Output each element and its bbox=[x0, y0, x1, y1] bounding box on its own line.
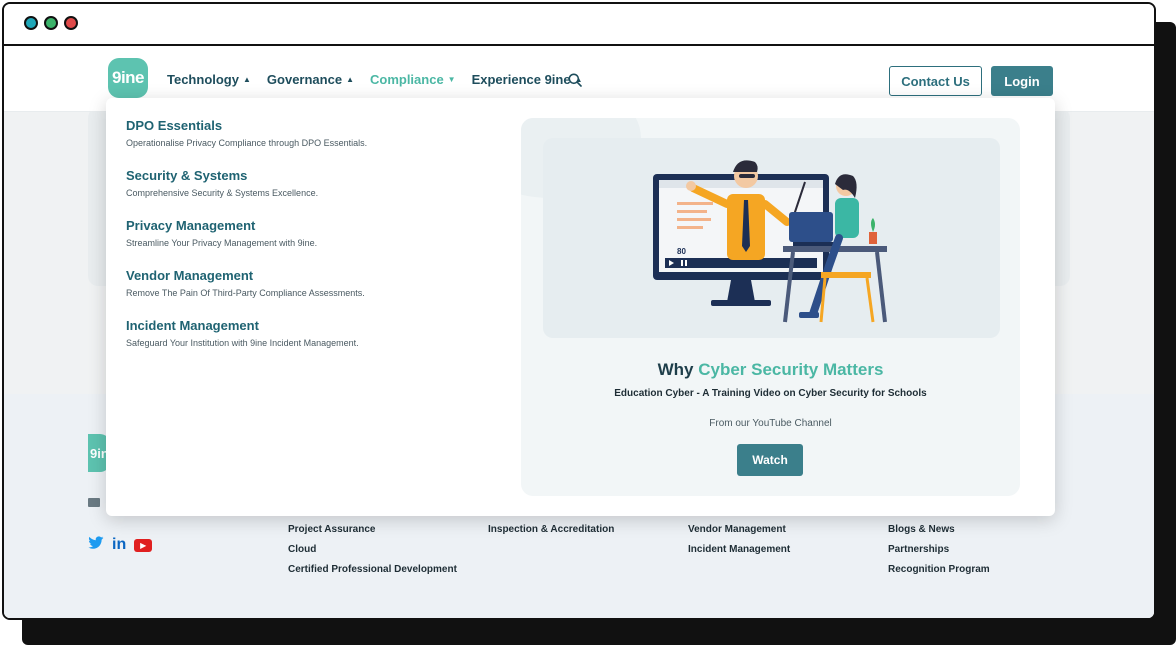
footer-column-4: Blogs & News Partnerships Recognition Pr… bbox=[888, 524, 990, 575]
window-dot-green[interactable] bbox=[44, 16, 58, 30]
footer-link[interactable]: Recognition Program bbox=[888, 564, 990, 575]
mail-icon[interactable] bbox=[88, 498, 100, 507]
nav-experience-9ine[interactable]: Experience 9ine ▲ bbox=[472, 72, 583, 87]
login-button[interactable]: Login bbox=[991, 66, 1053, 96]
caret-down-icon: ▼ bbox=[447, 75, 456, 84]
menu-item-description: Remove The Pain Of Third-Party Complianc… bbox=[126, 288, 365, 298]
footer-link[interactable]: Cloud bbox=[288, 544, 457, 555]
footer-link[interactable]: Incident Management bbox=[688, 544, 790, 555]
menu-item-description: Streamline Your Privacy Management with … bbox=[126, 238, 318, 248]
social-links: in ▶ bbox=[88, 536, 153, 554]
nav-label: Experience 9ine bbox=[471, 72, 571, 87]
menu-item-title: Privacy Management bbox=[126, 218, 256, 233]
menu-item-privacy-management[interactable]: Privacy Management Streamline Your Priva… bbox=[126, 218, 486, 248]
footer-column-3: Vendor Management Incident Management bbox=[688, 524, 790, 555]
watch-button[interactable]: Watch bbox=[737, 444, 803, 476]
feature-title: Why Cyber Security Matters bbox=[521, 360, 1020, 380]
nav-governance[interactable]: Governance ▲ bbox=[267, 72, 354, 87]
browser-titlebar bbox=[4, 4, 1154, 46]
footer-column-2: Inspection & Accreditation bbox=[488, 524, 614, 535]
menu-item-title: Incident Management bbox=[126, 318, 259, 333]
menu-item-description: Operationalise Privacy Compliance throug… bbox=[126, 138, 368, 148]
footer-link[interactable]: Inspection & Accreditation bbox=[488, 524, 614, 535]
training-illustration: 80 bbox=[543, 138, 1000, 338]
nav-compliance[interactable]: Compliance ▼ bbox=[370, 72, 456, 87]
caret-up-icon: ▲ bbox=[242, 75, 251, 84]
menu-item-security-systems[interactable]: Security & Systems Comprehensive Securit… bbox=[126, 168, 486, 198]
caret-up-icon: ▲ bbox=[346, 75, 354, 84]
linkedin-icon[interactable]: in bbox=[112, 536, 126, 554]
menu-item-description: Safeguard Your Institution with 9ine Inc… bbox=[126, 338, 359, 348]
footer-link[interactable]: Partnerships bbox=[888, 544, 990, 555]
menu-item-title: Vendor Management bbox=[126, 268, 254, 283]
menu-item-title: Security & Systems bbox=[126, 168, 248, 183]
browser-window: 9ine in ▶ Project Assurance Cloud Certif… bbox=[2, 2, 1156, 620]
feature-subtitle: Education Cyber - A Training Video on Cy… bbox=[614, 388, 927, 399]
nav-label: Compliance bbox=[369, 72, 444, 87]
nav-technology[interactable]: Technology ▲ bbox=[167, 72, 251, 87]
main-nav: Technology ▲ Governance ▲ Compliance ▼ E… bbox=[167, 72, 583, 87]
video-view-counter: 80 bbox=[677, 247, 686, 256]
footer-link[interactable]: Blogs & News bbox=[888, 524, 990, 535]
footer-link[interactable]: Certified Professional Development bbox=[288, 564, 457, 575]
menu-item-incident-management[interactable]: Incident Management Safeguard Your Insti… bbox=[126, 318, 486, 348]
feature-title-prefix: Why bbox=[657, 360, 694, 379]
feature-card: 80 Why Cyber Security Matters Education … bbox=[521, 118, 1020, 496]
menu-item-title: DPO Essentials bbox=[126, 118, 223, 133]
twitter-icon[interactable] bbox=[88, 536, 104, 554]
menu-list: DPO Essentials Operationalise Privacy Co… bbox=[126, 118, 486, 368]
footer-link[interactable]: Project Assurance bbox=[288, 524, 457, 535]
feature-note: From our YouTube Channel bbox=[709, 418, 832, 429]
feature-title-highlight: Cyber Security Matters bbox=[698, 360, 884, 379]
compliance-mega-menu: DPO Essentials Operationalise Privacy Co… bbox=[106, 98, 1055, 516]
menu-item-description: Comprehensive Security & Systems Excelle… bbox=[126, 188, 319, 198]
nav-label: Governance bbox=[266, 72, 343, 87]
footer-link[interactable]: Vendor Management bbox=[688, 524, 790, 535]
menu-item-dpo-essentials[interactable]: DPO Essentials Operationalise Privacy Co… bbox=[126, 118, 486, 148]
window-dot-red[interactable] bbox=[64, 16, 78, 30]
footer-column-1: Project Assurance Cloud Certified Profes… bbox=[288, 524, 457, 575]
menu-item-vendor-management[interactable]: Vendor Management Remove The Pain Of Thi… bbox=[126, 268, 486, 298]
youtube-icon[interactable]: ▶ bbox=[134, 538, 153, 552]
search-icon[interactable] bbox=[568, 73, 582, 87]
contact-us-button[interactable]: Contact Us bbox=[889, 66, 982, 96]
nav-label: Technology bbox=[167, 72, 239, 87]
page: 9ine in ▶ Project Assurance Cloud Certif… bbox=[4, 46, 1154, 618]
site-logo[interactable]: 9ine bbox=[108, 58, 148, 98]
window-dot-blue[interactable] bbox=[24, 16, 38, 30]
